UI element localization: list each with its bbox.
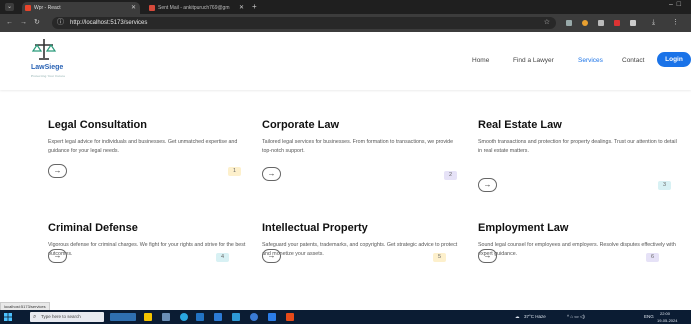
- chrome-icon[interactable]: [250, 313, 258, 321]
- arrow-right-icon[interactable]: →: [478, 178, 497, 192]
- file-explorer-icon[interactable]: [144, 313, 152, 321]
- service-number-badge: 3: [658, 181, 671, 190]
- arrow-right-icon[interactable]: →: [48, 249, 67, 263]
- logo-tagline: Protecting Your Future: [31, 74, 66, 78]
- close-tab-icon[interactable]: ✕: [131, 2, 136, 14]
- windows-start-icon[interactable]: [4, 313, 12, 321]
- browser-tab-strip: ⌄ Wpr - React ✕ Sent Mail - ankitpuruch7…: [0, 0, 691, 14]
- reload-icon[interactable]: ↻: [34, 18, 40, 27]
- service-card-corporate-law: Corporate Law Tailored legal services fo…: [262, 119, 462, 189]
- extension-icon[interactable]: [598, 20, 604, 26]
- search-icon: ⌕: [33, 314, 37, 320]
- scales-logo-icon[interactable]: [30, 36, 58, 64]
- new-tab-button[interactable]: +: [252, 2, 257, 12]
- browser-tab-mail[interactable]: Sent Mail - ankitpuruch769@gm ✕: [146, 2, 248, 14]
- service-description: Safeguard your patents, trademarks, and …: [262, 242, 458, 258]
- nav-home[interactable]: Home: [472, 57, 489, 64]
- nav-services[interactable]: Services: [578, 57, 603, 64]
- weather-text[interactable]: 37°C Haze: [524, 310, 546, 324]
- clock-time[interactable]: 22:00: [660, 310, 670, 317]
- service-title: Legal Consultation: [48, 119, 147, 131]
- taskbar-app-icon[interactable]: [286, 313, 294, 321]
- service-description: Expert legal advice for individuals and …: [48, 139, 238, 155]
- arrow-right-icon[interactable]: →: [262, 167, 281, 181]
- service-description: Smooth transactions and protection for p…: [478, 139, 677, 155]
- extensions-puzzle-icon[interactable]: [630, 20, 636, 26]
- tab-title: Sent Mail - ankitpuruch769@gm: [158, 5, 230, 11]
- task-view-icon[interactable]: [162, 313, 170, 321]
- search-placeholder: Type here to search: [41, 314, 81, 319]
- download-icon[interactable]: ⤓: [652, 18, 655, 27]
- taskbar-search-box[interactable]: ⌕ Type here to search: [30, 312, 104, 322]
- service-number-badge: 4: [216, 253, 229, 262]
- browser-toolbar: ← → ↻ ⓘ http://localhost:5173/services ☆…: [0, 14, 691, 32]
- service-number-badge: 6: [646, 253, 659, 262]
- close-tab-icon[interactable]: ✕: [239, 2, 244, 14]
- back-icon[interactable]: ←: [6, 18, 13, 27]
- service-number-badge: 5: [433, 253, 446, 262]
- browser-tab-active[interactable]: Wpr - React ✕: [22, 2, 140, 14]
- extension-icon[interactable]: [582, 20, 588, 26]
- service-title: Corporate Law: [262, 119, 340, 131]
- service-card-legal-consultation: Legal Consultation Expert legal advice f…: [48, 119, 248, 189]
- vscode-icon[interactable]: [268, 313, 276, 321]
- site-header: LawSiege Protecting Your Future Home Fin…: [0, 32, 691, 90]
- service-number-badge: 1: [228, 167, 241, 176]
- service-title: Real Estate Law: [478, 119, 562, 131]
- service-title: Intellectual Property: [262, 222, 368, 234]
- extension-icon[interactable]: [566, 20, 572, 26]
- window-controls-icon[interactable]: – □: [669, 1, 681, 8]
- service-card-intellectual-property: Intellectual Property Safeguard your pat…: [262, 222, 462, 292]
- arrow-right-icon[interactable]: →: [262, 249, 281, 263]
- menu-icon[interactable]: ⋮: [672, 18, 679, 27]
- site-info-icon[interactable]: ⓘ: [57, 18, 64, 28]
- service-title: Employment Law: [478, 222, 569, 234]
- service-card-criminal-defense: Criminal Defense Vigorous defense for cr…: [48, 222, 248, 292]
- extension-icon[interactable]: [614, 20, 620, 26]
- service-card-employment-law: Employment Law Sound legal counsel for e…: [478, 222, 678, 292]
- windows-taskbar: ⌕ Type here to search ☁ 37°C Haze ^ ⌂ ▭ …: [0, 310, 691, 324]
- service-description: Tailored legal services for businesses. …: [262, 139, 454, 155]
- tab-search-button[interactable]: ⌄: [5, 3, 14, 11]
- system-tray-icons[interactable]: ^ ⌂ ▭ ◁): [567, 310, 585, 324]
- address-bar[interactable]: ⓘ http://localhost:5173/services ☆: [52, 17, 556, 29]
- store-icon[interactable]: [196, 313, 204, 321]
- mail-icon[interactable]: [214, 313, 222, 321]
- weather-icon[interactable]: ☁: [515, 310, 520, 324]
- url-text: http://localhost:5173/services: [70, 20, 148, 26]
- bookmark-star-icon[interactable]: ☆: [544, 18, 550, 28]
- logo-text[interactable]: LawSiege: [31, 64, 63, 71]
- gmail-favicon-icon: [149, 5, 155, 11]
- edge-icon[interactable]: [180, 313, 188, 321]
- service-number-badge: 2: [444, 171, 457, 180]
- widgets-icon[interactable]: [110, 313, 136, 321]
- react-favicon-icon: [25, 5, 31, 11]
- forward-icon[interactable]: →: [20, 18, 27, 27]
- language-indicator[interactable]: ENG: [644, 310, 654, 324]
- taskbar-app-icon[interactable]: [232, 313, 240, 321]
- login-button[interactable]: Login: [657, 52, 691, 67]
- service-card-real-estate-law: Real Estate Law Smooth transactions and …: [478, 119, 678, 192]
- arrow-right-icon[interactable]: →: [478, 249, 497, 263]
- tab-title: Wpr - React: [34, 5, 61, 11]
- clock-date[interactable]: 19-05-2024: [657, 317, 677, 324]
- service-title: Criminal Defense: [48, 222, 138, 234]
- nav-find-a-lawyer[interactable]: Find a Lawyer: [513, 57, 554, 64]
- nav-contact[interactable]: Contact: [622, 57, 644, 64]
- arrow-right-icon[interactable]: →: [48, 164, 67, 178]
